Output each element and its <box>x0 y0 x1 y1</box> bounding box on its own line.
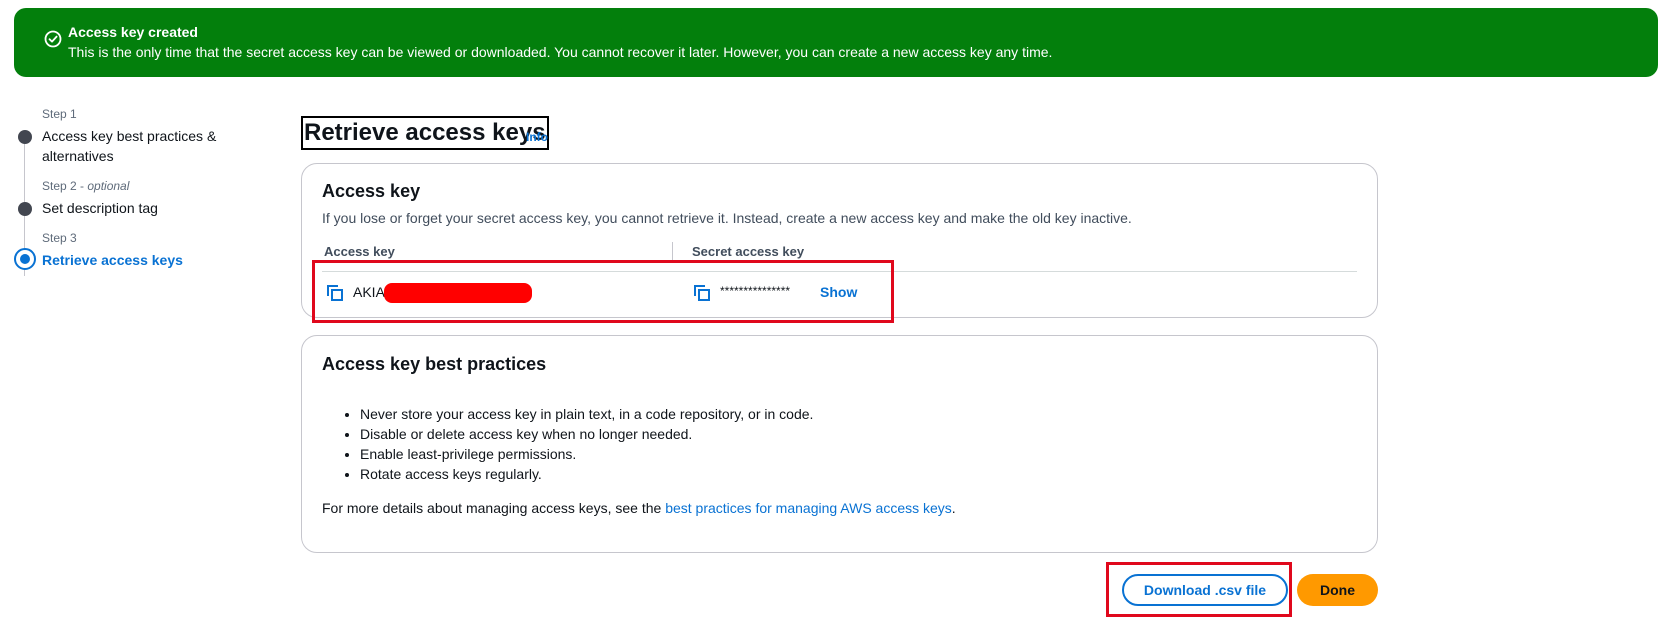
flash-message: This is the only time that the secret ac… <box>68 44 1053 60</box>
step-1-label: Step 1 <box>42 107 77 121</box>
step-2-title[interactable]: Set description tag <box>14 198 254 218</box>
highlight-box-keys <box>312 260 894 323</box>
step-3-title: Retrieve access keys <box>42 252 183 268</box>
step-3: Step 3 Retrieve access keys <box>14 230 254 270</box>
best-practices-list: Never store your access key in plain tex… <box>360 404 813 484</box>
access-key-column-header: Access key <box>324 244 395 259</box>
highlight-box-download <box>1106 562 1292 617</box>
done-button[interactable]: Done <box>1297 574 1378 606</box>
best-practices-more: For more details about managing access k… <box>322 500 956 516</box>
success-check-icon <box>44 30 62 48</box>
step-2-indicator-icon <box>18 202 32 216</box>
best-practices-heading: Access key best practices <box>322 354 547 374</box>
secret-key-column-header: Secret access key <box>692 244 805 259</box>
best-practices-link[interactable]: best practices for managing AWS access k… <box>665 500 952 516</box>
list-item: Disable or delete access key when no lon… <box>360 424 813 444</box>
list-item: Never store your access key in plain tex… <box>360 404 813 424</box>
step-1-indicator-icon <box>18 130 32 144</box>
step-3-label: Step 3 <box>42 231 77 245</box>
success-flashbar: Access key created This is the only time… <box>14 8 1658 77</box>
step-1[interactable]: Step 1 Access key best practices & alter… <box>14 106 254 166</box>
flash-title: Access key created <box>68 24 198 40</box>
step-2-label: Step 2 - optional <box>42 179 130 193</box>
list-item: Rotate access keys regularly. <box>360 464 813 484</box>
page-header: Retrieve access keys Info <box>301 116 549 150</box>
page-title: Retrieve access keys <box>301 116 549 150</box>
access-key-description: If you lose or forget your secret access… <box>322 210 1132 226</box>
best-practices-container: Access key best practices Never store yo… <box>301 335 1378 553</box>
step-2[interactable]: Step 2 - optional Set description tag <box>14 178 254 218</box>
column-divider <box>672 242 673 260</box>
step-2-optional: optional <box>87 179 130 193</box>
step-1-title[interactable]: Access key best practices & alternatives <box>14 126 254 166</box>
access-key-heading: Access key <box>322 181 421 201</box>
info-link[interactable]: Info <box>526 130 548 144</box>
list-item: Enable least-privilege permissions. <box>360 444 813 464</box>
step-3-active-indicator-icon <box>14 248 36 270</box>
